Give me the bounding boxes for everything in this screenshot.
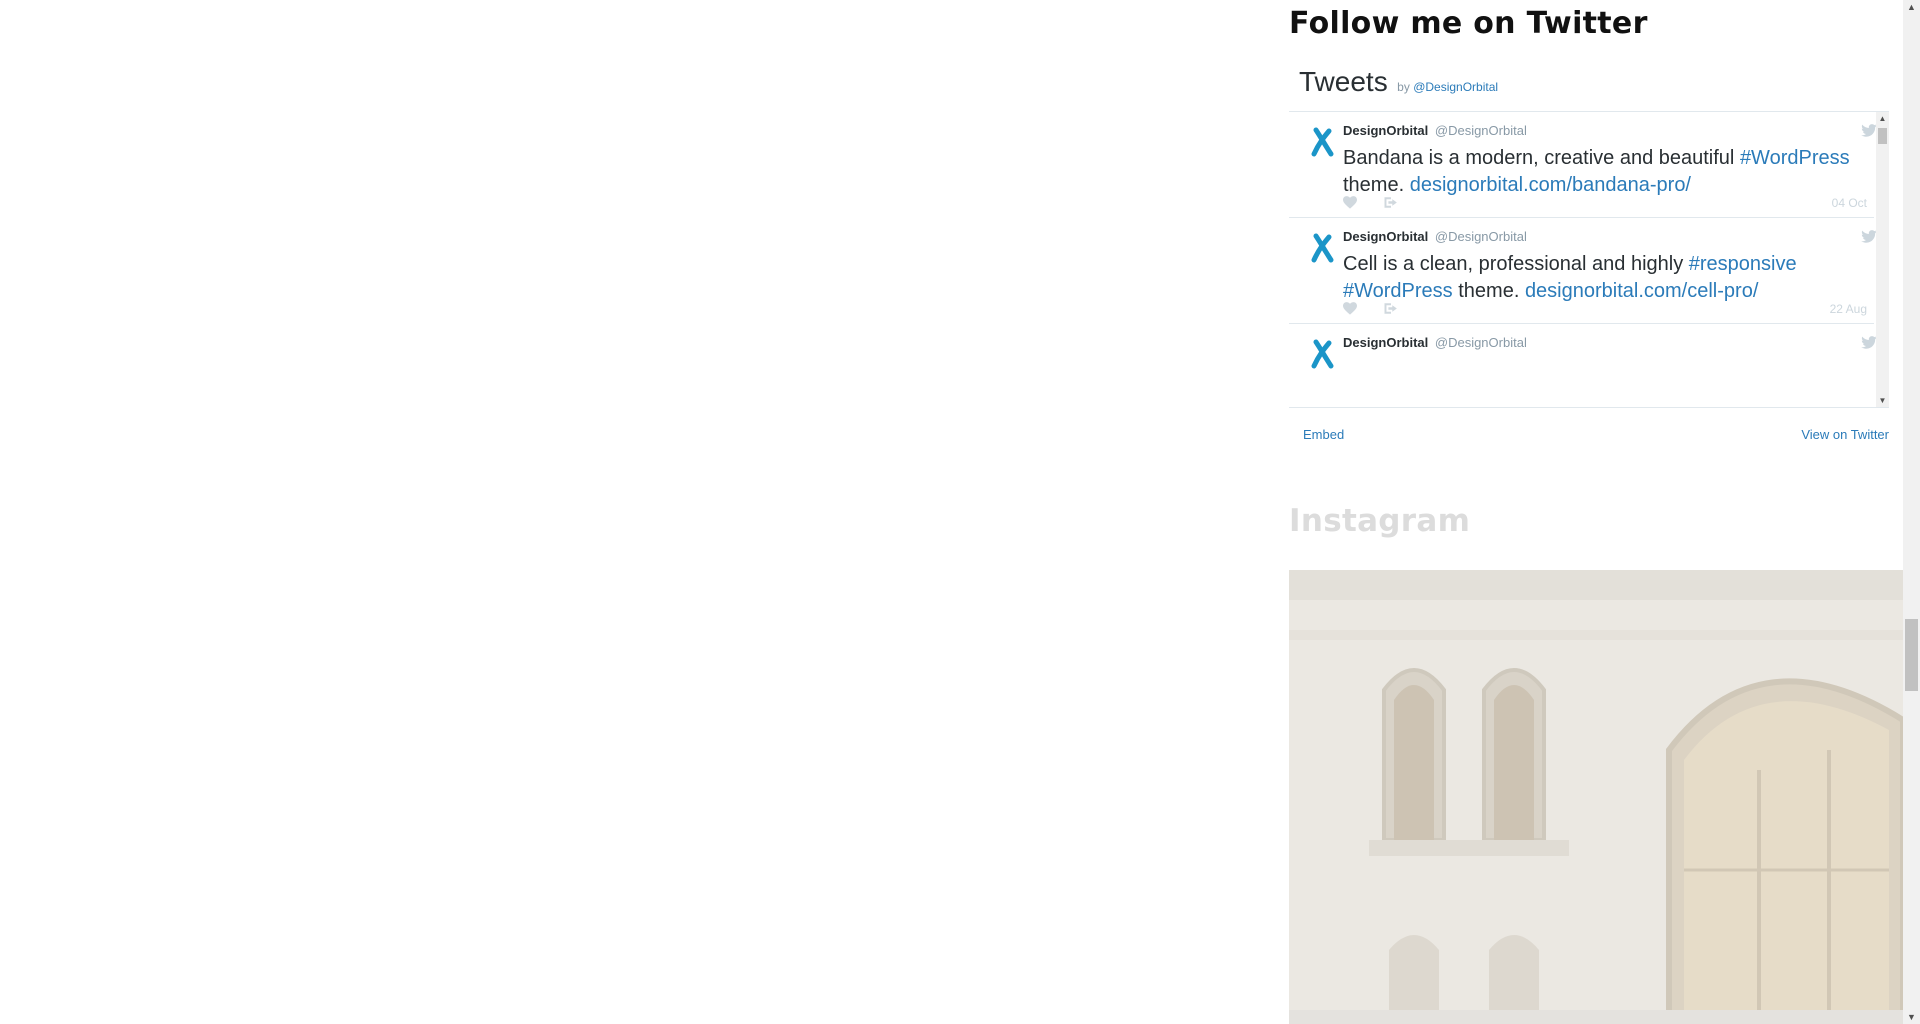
scroll-up-arrow-icon[interactable]: ▲ [1878,114,1887,123]
tweet-text: Cell is a clean, professional and highly… [1343,251,1873,305]
share-icon[interactable] [1383,196,1399,209]
url-link[interactable]: designorbital.com/cell-pro/ [1525,280,1758,302]
by-text: by [1397,80,1410,94]
designorbital-logo-icon[interactable] [1307,339,1337,369]
hashtag-link[interactable]: #WordPress [1740,147,1850,169]
timeline-author-link[interactable]: @DesignOrbital [1413,80,1498,94]
tweet-date[interactable]: 04 Oct [1832,196,1867,210]
tweet-list[interactable]: DesignOrbital @DesignOrbital Bandana is … [1289,112,1889,407]
tweet[interactable]: DesignOrbital @DesignOrbital Cell is a c… [1289,218,1889,324]
timeline-header: Tweets by @DesignOrbital [1299,66,1498,98]
tweet-author-name[interactable]: DesignOrbital [1343,335,1428,350]
timeline-header-title: Tweets [1299,66,1388,97]
tweet-author[interactable]: DesignOrbital @DesignOrbital [1343,229,1527,244]
page-scroll-thumb[interactable] [1905,619,1918,691]
tweet-text-part: Cell is a clean, professional and highly [1343,253,1689,275]
share-icon[interactable] [1383,302,1399,315]
url-link[interactable]: designorbital.com/bandana-pro/ [1410,174,1691,196]
twitter-bird-icon[interactable] [1861,124,1877,137]
sidebar: Follow me on Twitter Tweets by @DesignOr… [1289,0,1903,1024]
timeline-scroll-thumb[interactable] [1878,128,1887,144]
designorbital-logo-icon[interactable] [1307,127,1337,157]
designorbital-logo-icon[interactable] [1307,233,1337,263]
hashtag-link[interactable]: #responsive [1689,253,1797,275]
timeline-scrollbar[interactable]: ▲ ▼ [1876,112,1889,407]
tweet-text: Bandana is a modern, creative and beauti… [1343,145,1873,199]
tweet-author[interactable]: DesignOrbital @DesignOrbital [1343,123,1527,138]
tweet-author-handle[interactable]: @DesignOrbital [1435,123,1527,138]
instagram-widget-title: Instagram [1289,503,1471,539]
tweet-author-name[interactable]: DesignOrbital [1343,123,1428,138]
tweet-author-handle[interactable]: @DesignOrbital [1435,229,1527,244]
heart-icon[interactable] [1343,302,1357,315]
twitter-timeline: Tweets by @DesignOrbital DesignOrbital @… [1289,62,1889,454]
view-on-twitter-link[interactable]: View on Twitter [1801,427,1889,442]
timeline-header-by: by @DesignOrbital [1397,80,1498,94]
heart-icon[interactable] [1343,196,1357,209]
twitter-bird-icon[interactable] [1861,230,1877,243]
tweet[interactable]: DesignOrbital @DesignOrbital Bandana is … [1289,112,1889,218]
page-scrollbar[interactable]: ▲ ▼ [1903,0,1920,1024]
instagram-photo[interactable] [1289,570,1903,1024]
tweet-text-part: Bandana is a modern, creative and beauti… [1343,147,1740,169]
scroll-down-arrow-icon[interactable]: ▼ [1907,1012,1916,1022]
hashtag-link[interactable]: #WordPress [1343,280,1453,302]
building-facade-photo [1289,570,1903,1024]
tweet-author[interactable]: DesignOrbital @DesignOrbital [1343,335,1527,350]
tweet-author-name[interactable]: DesignOrbital [1343,229,1428,244]
tweet-date[interactable]: 22 Aug [1830,302,1867,316]
tweet-author-handle[interactable]: @DesignOrbital [1435,335,1527,350]
tweet-text-part: theme. [1452,280,1525,302]
twitter-bird-icon[interactable] [1861,336,1877,349]
twitter-widget-title: Follow me on Twitter [1289,6,1648,41]
tweet-text-part: theme. [1343,174,1410,196]
tweet-actions [1343,302,1423,318]
scroll-up-arrow-icon[interactable]: ▲ [1907,2,1916,12]
timeline-footer-divider [1289,407,1889,408]
scroll-down-arrow-icon[interactable]: ▼ [1878,396,1887,405]
tweet[interactable]: DesignOrbital @DesignOrbital [1289,324,1889,407]
tweet-actions [1343,196,1423,212]
embed-link[interactable]: Embed [1303,427,1344,442]
